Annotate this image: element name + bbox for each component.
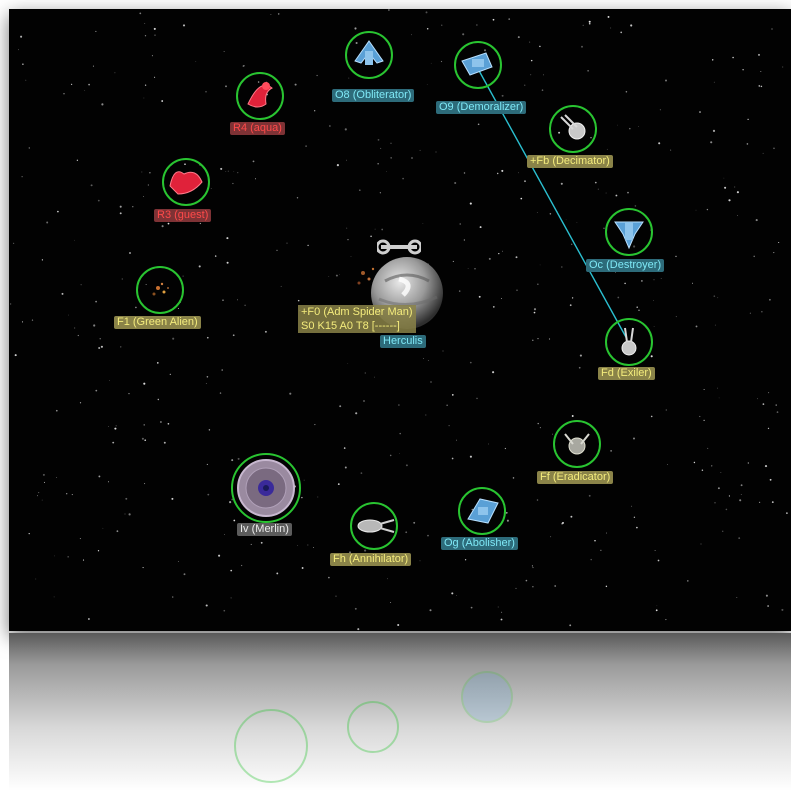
ship-label: O9 (Demoralizer): [436, 101, 527, 114]
ship-f1[interactable]: [136, 266, 184, 314]
romulan-warbird-icon: [614, 221, 644, 250]
ship-oc[interactable]: [605, 208, 653, 256]
independent-starbase-icon: [237, 459, 295, 517]
planet-stats: S0 K15 A0 T8 [------]: [301, 320, 400, 332]
federation-starship-icon: [621, 327, 637, 356]
romulan-warbird-icon: [354, 40, 384, 65]
ship-fd[interactable]: [605, 318, 653, 366]
reflection: [9, 633, 791, 791]
ship-fh[interactable]: [350, 502, 398, 550]
romulan-warbird-icon: [461, 52, 493, 76]
ship-label: +Fb (Decimator): [527, 155, 613, 168]
federation-starship-icon: [560, 114, 586, 140]
planet-info: +F0 (Adm Spider Man) S0 K15 A0 T8 [-----…: [298, 305, 416, 333]
ship-label: Iv (Merlin): [237, 523, 292, 536]
ship-label: Fh (Annihilator): [330, 553, 412, 566]
ship-label: Og (Abolisher): [441, 537, 518, 550]
ship-label: R3 (guest): [154, 209, 212, 222]
romulan-warbird-icon: [467, 498, 499, 524]
ship-label: R4 (aqua): [230, 122, 285, 135]
ship-o9[interactable]: [454, 41, 502, 89]
ship-og[interactable]: [458, 487, 506, 535]
wrench-icon: [377, 239, 421, 255]
explosion-debris-icon: [152, 282, 169, 296]
ship-ff[interactable]: [553, 420, 601, 468]
ship-label: Fd (Exiler): [598, 367, 655, 380]
planet-name: Herculis: [380, 335, 426, 348]
tactical-display[interactable]: +F0 (Adm Spider Man) S0 K15 A0 T8 [-----…: [9, 9, 791, 631]
ship-r3[interactable]: [162, 158, 210, 206]
ship-fb[interactable]: [549, 105, 597, 153]
ship-label: F1 (Green Alien): [114, 316, 201, 329]
klingon-cruiser-icon: [247, 82, 273, 108]
planet-owner: +F0 (Adm Spider Man): [301, 306, 413, 318]
federation-starship-icon: [564, 433, 590, 455]
ship-o8[interactable]: [345, 31, 393, 79]
ship-label: Ff (Eradicator): [537, 471, 614, 484]
federation-cruiser-icon: [357, 519, 395, 533]
ship-label: O8 (Obliterator): [332, 89, 415, 102]
ship-label: Oc (Destroyer): [586, 259, 665, 272]
ship-iv[interactable]: [231, 453, 301, 523]
klingon-cruiser-icon: [169, 171, 203, 195]
ship-r4[interactable]: [236, 72, 284, 120]
